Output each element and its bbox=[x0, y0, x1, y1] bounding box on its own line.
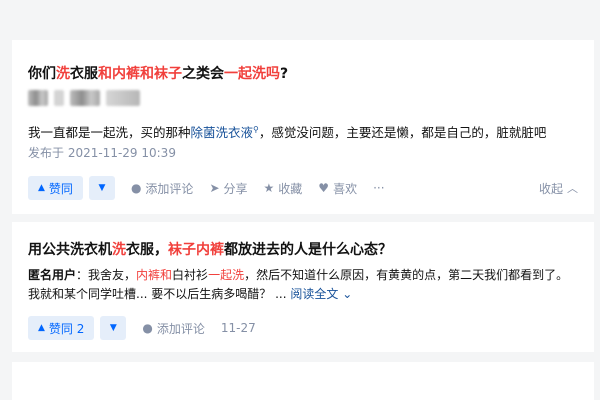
like-button[interactable]: ♥ 喜欢 bbox=[318, 180, 357, 197]
action-bar: ▲ 赞同 ▼ ● 添加评论 ➤ 分享 ★ 收藏 ♥ 喜欢 ··· 收起 ︿ bbox=[28, 176, 578, 200]
comment-icon: ● bbox=[130, 181, 142, 195]
date-label: 11-27 bbox=[220, 321, 256, 335]
read-more-link[interactable]: 阅读全文 ⌄ bbox=[290, 287, 352, 301]
more-label: ··· bbox=[373, 181, 385, 195]
share-button[interactable]: ➤ 分享 bbox=[209, 180, 247, 197]
title-text: 之类会 bbox=[182, 66, 224, 82]
answer-card-1: 你们洗衣服和内裤和袜子之类会一起洗吗? 我一直都是一起洗，买的那种除菌洗衣液⚲，… bbox=[12, 40, 594, 214]
heart-icon: ♥ bbox=[318, 181, 330, 195]
comment-label: 添加评论 bbox=[145, 181, 194, 196]
excerpt-highlight: 内裤和 bbox=[136, 268, 173, 282]
blurred-name bbox=[106, 90, 140, 106]
triangle-down-icon: ▼ bbox=[109, 323, 117, 333]
chevron-up-icon: ︿ bbox=[567, 182, 578, 195]
author-name: 匿名用户 bbox=[28, 268, 77, 282]
favorite-button[interactable]: ★ 收藏 bbox=[264, 180, 303, 197]
title-text: 衣服， bbox=[126, 242, 168, 258]
comment-icon: ● bbox=[142, 321, 153, 335]
share-label: 分享 bbox=[223, 181, 248, 196]
vote-down-button[interactable]: ▼ bbox=[88, 176, 115, 200]
add-comment-button[interactable]: ● 添加评论 bbox=[142, 320, 205, 337]
action-bar: ▲ 赞同 2 ▼ ● 添加评论 11-27 bbox=[28, 316, 578, 340]
title-highlight: 洗 bbox=[56, 66, 70, 82]
vote-down-button[interactable]: ▼ bbox=[100, 316, 127, 340]
question-title-1[interactable]: 你们洗衣服和内裤和袜子之类会一起洗吗? bbox=[28, 64, 288, 84]
blurred-avatar bbox=[28, 90, 48, 106]
excerpt-text: ：我舍友， bbox=[76, 268, 137, 282]
collapse-label: 收起 bbox=[538, 181, 563, 196]
content-text: ，感觉没问题，主要还是懒，都是自己的，脏就脏吧 bbox=[258, 125, 547, 141]
title-text: 都放进去的人是什么心态？ bbox=[224, 242, 392, 258]
triangle-up-icon: ▲ bbox=[38, 183, 45, 193]
more-button[interactable]: ··· bbox=[373, 181, 384, 195]
vote-up-button[interactable]: ▲ 赞同 bbox=[28, 176, 83, 200]
blurred-author-info bbox=[28, 90, 140, 106]
title-highlight: 袜子内裤 bbox=[168, 242, 224, 258]
title-highlight: 和内裤和袜子 bbox=[98, 66, 182, 82]
answer-card-2: 用公共洗衣机洗衣服，袜子内裤都放进去的人是什么心态？ 匿名用户：我舍友，内裤和白… bbox=[12, 222, 594, 352]
title-text: 你们 bbox=[28, 66, 56, 82]
title-text: ? bbox=[280, 66, 289, 82]
title-highlight: 一起洗吗 bbox=[224, 66, 280, 82]
question-title-2[interactable]: 用公共洗衣机洗衣服，袜子内裤都放进去的人是什么心态？ bbox=[28, 240, 392, 260]
chevron-down-icon: ⌄ bbox=[342, 287, 353, 301]
answer-content: 我一直都是一起洗，买的那种除菌洗衣液⚲，感觉没问题，主要还是懒，都是自己的，脏就… bbox=[28, 120, 546, 142]
triangle-down-icon: ▼ bbox=[98, 183, 106, 193]
add-comment-button[interactable]: ● 添加评论 bbox=[131, 180, 194, 197]
blurred-name bbox=[70, 90, 100, 106]
triangle-up-icon: ▲ bbox=[38, 323, 45, 333]
excerpt-highlight: 一起洗 bbox=[208, 268, 245, 282]
excerpt-text: 白衬衫 bbox=[172, 268, 209, 282]
content-text: 我一直都是一起洗，买的那种 bbox=[28, 125, 191, 141]
like-label: 喜欢 bbox=[333, 181, 358, 196]
vote-up-label: 赞同 bbox=[48, 181, 73, 196]
comment-label: 添加评论 bbox=[156, 321, 205, 336]
star-icon: ★ bbox=[263, 181, 275, 195]
title-highlight: 洗 bbox=[112, 242, 126, 258]
publish-date: 发布于 2021-11-29 10:39 bbox=[28, 146, 176, 160]
share-icon: ➤ bbox=[209, 181, 220, 195]
answer-excerpt[interactable]: 匿名用户：我舍友，内裤和白衬衫一起洗，然后不知道什么原因，有黄黄的点，第二天我们… bbox=[28, 266, 576, 304]
answer-date: 11-27 bbox=[221, 321, 256, 335]
favorite-label: 收藏 bbox=[278, 181, 303, 196]
vote-up-label: 赞同 2 bbox=[48, 321, 85, 336]
read-more-label: 阅读全文 bbox=[290, 287, 339, 301]
title-text: 衣服 bbox=[70, 66, 98, 82]
collapse-button[interactable]: 收起 ︿ bbox=[539, 180, 578, 197]
vote-up-button[interactable]: ▲ 赞同 2 bbox=[28, 316, 95, 340]
blurred-name bbox=[54, 90, 64, 106]
keyword-link[interactable]: 除菌洗衣液 bbox=[191, 125, 254, 140]
answer-card-3 bbox=[12, 362, 594, 400]
title-text: 用公共洗衣机 bbox=[28, 242, 112, 258]
